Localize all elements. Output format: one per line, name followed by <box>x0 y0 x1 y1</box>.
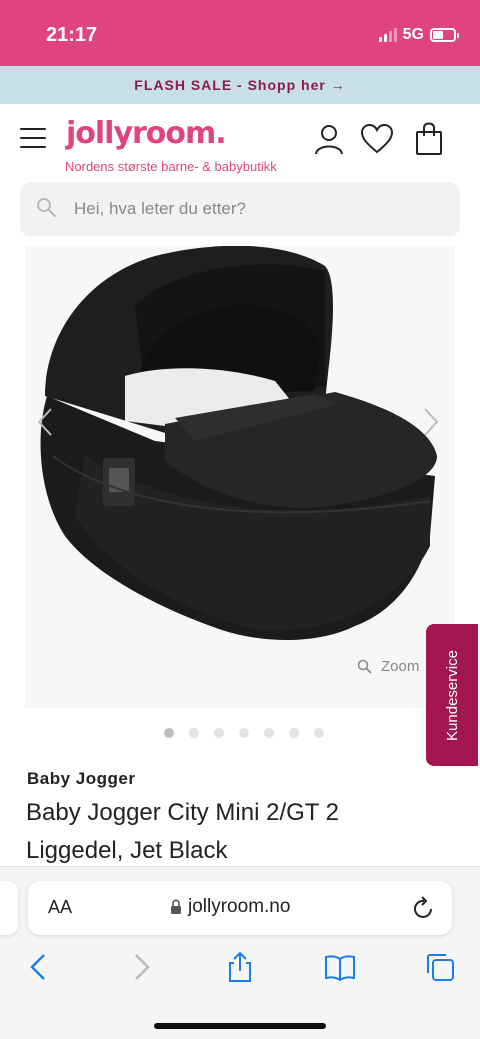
product-title: Baby Jogger City Mini 2/GT 2 Liggedel, J… <box>26 799 340 864</box>
product-brand[interactable]: Baby Jogger <box>27 769 135 789</box>
gallery-dot[interactable] <box>289 728 299 738</box>
status-indicators: 5G <box>378 26 459 44</box>
bookmarks-icon[interactable] <box>324 951 356 983</box>
home-indicator <box>154 1023 326 1029</box>
gallery-prev-icon[interactable] <box>35 406 55 438</box>
flash-sale-text: FLASH SALE - Shopp her → <box>134 77 346 93</box>
heart-icon[interactable] <box>360 122 394 156</box>
lock-icon <box>171 899 181 914</box>
gallery-dot[interactable] <box>189 728 199 738</box>
flash-sale-banner[interactable]: FLASH SALE - Shopp her → <box>0 66 480 104</box>
zoom-icon <box>357 659 372 674</box>
gallery-dot[interactable] <box>164 728 174 738</box>
customer-service-label: Kundeservice <box>443 649 461 741</box>
gallery-pagination <box>164 728 324 738</box>
text-size-button[interactable]: AA <box>48 897 72 918</box>
product-image-gallery[interactable]: Zoom <box>25 246 455 708</box>
share-icon[interactable] <box>224 951 256 983</box>
menu-icon[interactable] <box>20 128 46 148</box>
site-header: jollyroom. Nordens største barne- & baby… <box>0 104 480 182</box>
status-bar: 21:17 5G <box>0 0 480 66</box>
forward-icon[interactable] <box>124 951 156 983</box>
gallery-dot[interactable] <box>264 728 274 738</box>
reload-icon[interactable] <box>412 895 436 921</box>
tabs-icon[interactable] <box>424 951 456 983</box>
logo[interactable]: jollyroom. <box>66 116 227 151</box>
customer-service-tab[interactable]: Kundeservice <box>426 624 478 766</box>
battery-icon <box>430 28 459 42</box>
url-display[interactable]: jollyroom.no <box>170 896 290 918</box>
product-image <box>40 246 437 641</box>
zoom-label: Zoom <box>381 658 420 675</box>
gallery-next-icon[interactable] <box>421 406 441 438</box>
gallery-dot[interactable] <box>214 728 224 738</box>
search-icon <box>37 198 56 217</box>
search-input[interactable] <box>74 182 454 236</box>
network-label: 5G <box>402 26 424 43</box>
search-box[interactable] <box>20 182 460 236</box>
shopping-bag-icon[interactable] <box>412 122 446 156</box>
text-size-label: AA <box>48 897 73 917</box>
status-time: 21:17 <box>46 24 98 46</box>
url-text: jollyroom.no <box>188 896 291 917</box>
signal-icon <box>378 28 397 42</box>
back-icon[interactable] <box>24 951 56 983</box>
zoom-button[interactable]: Zoom <box>357 658 419 675</box>
gallery-dot[interactable] <box>239 728 249 738</box>
address-bar[interactable]: AA jollyroom.no <box>28 881 452 935</box>
browser-toolbar: AA jollyroom.no <box>0 866 480 1039</box>
tagline: Nordens største barne- & babybutikk <box>65 159 277 174</box>
previous-tab-edge[interactable] <box>0 881 18 935</box>
gallery-dot[interactable] <box>314 728 324 738</box>
user-icon[interactable] <box>312 122 346 156</box>
